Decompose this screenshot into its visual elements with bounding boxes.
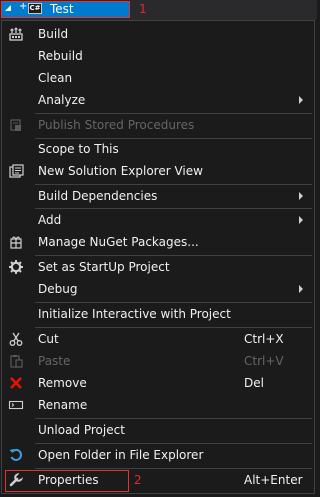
menu-item-label: Cut bbox=[38, 332, 59, 346]
submenu-arrow-icon bbox=[299, 96, 303, 104]
submenu-arrow-icon bbox=[299, 216, 303, 224]
menu-item-shortcut: Ctrl+V bbox=[244, 354, 284, 368]
menu-item-shortcut: Del bbox=[244, 376, 264, 390]
refresh-folder-icon bbox=[8, 447, 24, 463]
menu-item-build-dependencies[interactable]: Build Dependencies bbox=[2, 185, 314, 207]
pending-add-icon: + bbox=[19, 1, 28, 12]
menu-item-label: Build Dependencies bbox=[38, 189, 158, 203]
menu-item-label: Debug bbox=[38, 282, 78, 296]
menu-item-label: Initialize Interactive with Project bbox=[38, 307, 231, 321]
annotation-number-2: 2 bbox=[134, 473, 142, 487]
rename-icon bbox=[8, 397, 24, 413]
menu-item-label: Analyze bbox=[38, 93, 86, 107]
csharp-project-icon: C# bbox=[28, 3, 42, 14]
menu-item-label: Rebuild bbox=[38, 49, 83, 63]
menu-item-open-folder[interactable]: Open Folder in File Explorer bbox=[2, 444, 314, 466]
nuget-icon bbox=[8, 234, 24, 250]
menu-item-rename[interactable]: Rename bbox=[2, 394, 314, 416]
project-tree-row[interactable]: + C# Test 1 bbox=[0, 0, 317, 20]
menu-item-shortcut: Alt+Enter bbox=[244, 473, 303, 487]
remove-x-icon bbox=[8, 375, 24, 391]
menu-item-debug[interactable]: Debug bbox=[2, 278, 314, 300]
menu-item-label: Remove bbox=[38, 376, 87, 390]
menu-item-clean[interactable]: Clean bbox=[2, 67, 314, 89]
new-view-icon bbox=[8, 163, 24, 179]
menu-item-rebuild[interactable]: Rebuild bbox=[2, 45, 314, 67]
menu-item-label: Scope to This bbox=[38, 142, 119, 156]
menu-item-label: Build bbox=[38, 27, 69, 41]
menu-item-cut[interactable]: Cut Ctrl+X bbox=[2, 328, 314, 350]
project-name[interactable]: Test bbox=[50, 2, 74, 16]
publish-icon bbox=[8, 117, 24, 133]
menu-item-build[interactable]: Build bbox=[2, 23, 314, 45]
menu-item-label: Clean bbox=[38, 71, 73, 85]
menu-item-label: Rename bbox=[38, 398, 88, 412]
menu-item-add[interactable]: Add bbox=[2, 209, 314, 231]
paste-icon bbox=[8, 353, 24, 369]
menu-item-paste: Paste Ctrl+V bbox=[2, 350, 314, 372]
menu-item-label: Paste bbox=[38, 354, 71, 368]
menu-item-new-solution-explorer-view[interactable]: New Solution Explorer View bbox=[2, 160, 314, 182]
menu-item-label: New Solution Explorer View bbox=[38, 164, 203, 178]
menu-item-label: Publish Stored Procedures bbox=[38, 118, 195, 132]
menu-item-label: Set as StartUp Project bbox=[38, 260, 170, 274]
menu-item-label: Add bbox=[38, 213, 62, 227]
menu-item-scope-to-this[interactable]: Scope to This bbox=[2, 138, 314, 160]
menu-item-unload-project[interactable]: Unload Project bbox=[2, 419, 314, 441]
properties-highlight-box bbox=[5, 470, 129, 492]
menu-item-manage-nuget-packages[interactable]: Manage NuGet Packages... bbox=[2, 231, 314, 253]
gear-icon bbox=[8, 259, 24, 275]
menu-item-shortcut: Ctrl+X bbox=[244, 332, 284, 346]
menu-item-label: Unload Project bbox=[38, 423, 125, 437]
menu-item-label: Manage NuGet Packages... bbox=[38, 235, 199, 249]
submenu-arrow-icon bbox=[299, 192, 303, 200]
menu-item-remove[interactable]: Remove Del bbox=[2, 372, 314, 394]
submenu-arrow-icon bbox=[299, 285, 303, 293]
scissors-icon bbox=[8, 331, 24, 347]
build-icon bbox=[8, 26, 24, 42]
project-context-menu: Build Rebuild Clean Analyze Publish Stor… bbox=[1, 20, 315, 494]
menu-item-label: Open Folder in File Explorer bbox=[38, 448, 204, 462]
annotation-number-1: 1 bbox=[139, 2, 147, 16]
collapse-arrow-icon[interactable] bbox=[5, 5, 11, 11]
menu-item-set-as-startup-project[interactable]: Set as StartUp Project bbox=[2, 256, 314, 278]
menu-item-initialize-interactive[interactable]: Initialize Interactive with Project bbox=[2, 303, 314, 325]
menu-item-analyze[interactable]: Analyze bbox=[2, 89, 314, 111]
menu-item-publish-stored-procedures: Publish Stored Procedures bbox=[2, 114, 314, 136]
